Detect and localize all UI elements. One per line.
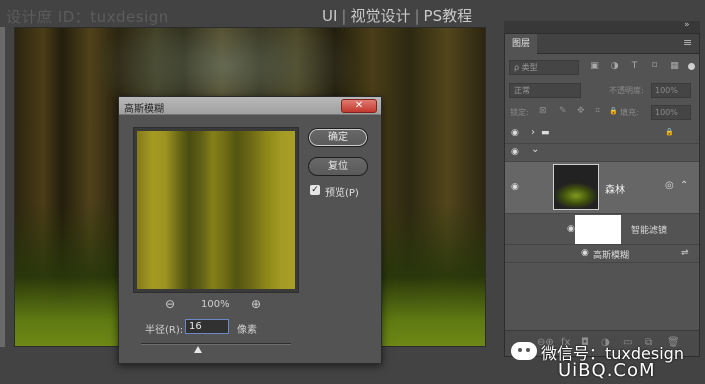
collapse-icon[interactable]: »	[684, 20, 690, 30]
layer-name[interactable]: 森林	[605, 181, 625, 196]
ok-button[interactable]: 确定	[308, 128, 368, 147]
panel-menu-icon[interactable]: ≡	[683, 36, 692, 49]
radius-unit: 像素	[237, 325, 257, 336]
dialog-close-button[interactable]: ✕	[341, 99, 377, 113]
lock-all-icon[interactable]: 🔒	[609, 107, 618, 115]
dialog-title: 高斯模糊	[124, 104, 164, 115]
visibility-eye-icon[interactable]: ◉	[581, 248, 589, 258]
panel-dock-bar: »	[504, 20, 700, 33]
layer-kind-filter[interactable]: ρ 类型	[509, 60, 579, 75]
smart-filter-row[interactable]: ◉ 智能滤镜	[505, 214, 699, 245]
layer-row-forest[interactable]: ◉ 森林 ◎ ⌃	[505, 162, 699, 214]
filter-options-icon[interactable]: ⇌	[681, 248, 689, 258]
title-ps: PS教程	[423, 7, 473, 25]
radius-input[interactable]: 16	[185, 319, 229, 334]
radius-slider-track[interactable]	[141, 343, 291, 345]
lock-artboard-icon[interactable]: ⌗	[595, 106, 600, 116]
visibility-eye-icon[interactable]: ◉	[511, 128, 519, 138]
lock-transparent-icon[interactable]: ⊠	[539, 106, 547, 116]
preview-checkbox-label[interactable]: 预览(P)	[325, 184, 359, 199]
filter-toggle[interactable]	[688, 63, 695, 70]
type-filter-icon[interactable]: T	[629, 61, 640, 72]
title-visual: 视觉设计	[350, 7, 411, 25]
gaussian-blur-dialog: 高斯模糊 ✕ ⊖ 100% ⊕ 半径(R): 16 像素 确定 复位 ✓ 预览(…	[118, 96, 382, 364]
layer-group-row[interactable]: ◉ › ▬ 🔒	[505, 123, 699, 144]
preview-checkbox[interactable]: ✓	[310, 185, 320, 195]
chevron-right-icon[interactable]: ›	[531, 127, 535, 138]
lock-icon: 🔒	[665, 128, 674, 136]
zoom-out-icon[interactable]: ⊖	[165, 297, 175, 311]
layer-thumbnail[interactable]	[553, 164, 599, 210]
radius-label: 半径(R):	[145, 325, 184, 336]
designer-id-text: 设计庶 ID：tuxdesign	[6, 8, 169, 26]
page-title: UI | 视觉设计 | PS教程	[322, 5, 472, 26]
blur-preview-pane[interactable]	[133, 127, 299, 293]
collapse-caret-icon[interactable]: ⌃	[680, 180, 688, 191]
fill-input[interactable]: 100%	[651, 105, 691, 120]
filter-item-label[interactable]: 高斯模糊	[593, 248, 629, 261]
lock-label: 锁定:	[510, 108, 529, 117]
reset-button[interactable]: 复位	[308, 157, 368, 176]
zoom-level: 100%	[201, 299, 230, 310]
wechat-icon	[511, 342, 537, 360]
blur-preview-image	[137, 131, 295, 289]
blend-mode-select[interactable]: 正常	[509, 83, 581, 98]
close-icon: ✕	[354, 100, 364, 111]
left-panel-edge	[0, 27, 5, 347]
filter-mask-thumbnail[interactable]	[575, 215, 621, 244]
lock-position-icon[interactable]: ✥	[577, 106, 585, 116]
smart-filter-label[interactable]: 智能滤镜	[631, 223, 667, 236]
pixel-filter-icon[interactable]: ▣	[589, 61, 600, 72]
visibility-eye-icon[interactable]: ◉	[567, 224, 575, 234]
adjustment-filter-icon[interactable]: ◑	[609, 61, 620, 72]
opacity-input[interactable]: 100%	[651, 83, 691, 98]
panel-tabs: 图层 ≡	[505, 34, 699, 54]
visibility-eye-icon[interactable]: ◉	[511, 147, 519, 157]
smart-object-filter-icon[interactable]: ▦	[669, 61, 680, 72]
radius-slider-thumb[interactable]	[194, 346, 202, 353]
opacity-label: 不透明度:	[609, 86, 644, 95]
fill-label: 填充:	[620, 108, 639, 117]
lock-image-icon[interactable]: ✎	[559, 106, 567, 116]
layers-panel: 图层 ≡ ρ 类型 ▣ ◑ T ⌑ ▦ 正常 不透明度: 100% 锁定: ⊠ …	[504, 33, 700, 357]
title-separator: |	[414, 7, 420, 25]
layer-group-row-expanded[interactable]: ◉ ⌄	[505, 144, 699, 162]
smart-filter-badge-icon: ◎	[665, 180, 674, 191]
filter-item-row[interactable]: ◉ 高斯模糊 ⇌	[505, 245, 699, 263]
shape-filter-icon[interactable]: ⌑	[649, 61, 660, 72]
chevron-down-icon[interactable]: ⌄	[531, 144, 539, 155]
visibility-eye-icon[interactable]: ◉	[511, 182, 519, 192]
dialog-title-bar[interactable]: 高斯模糊 ✕	[119, 97, 381, 115]
title-ui: UI	[322, 7, 338, 25]
title-separator: |	[341, 7, 347, 25]
folder-icon: ▬	[541, 128, 550, 138]
tab-layers[interactable]: 图层	[505, 34, 537, 54]
site-watermark: UiBQ.CoM	[558, 360, 656, 381]
zoom-in-icon[interactable]: ⊕	[251, 297, 261, 311]
